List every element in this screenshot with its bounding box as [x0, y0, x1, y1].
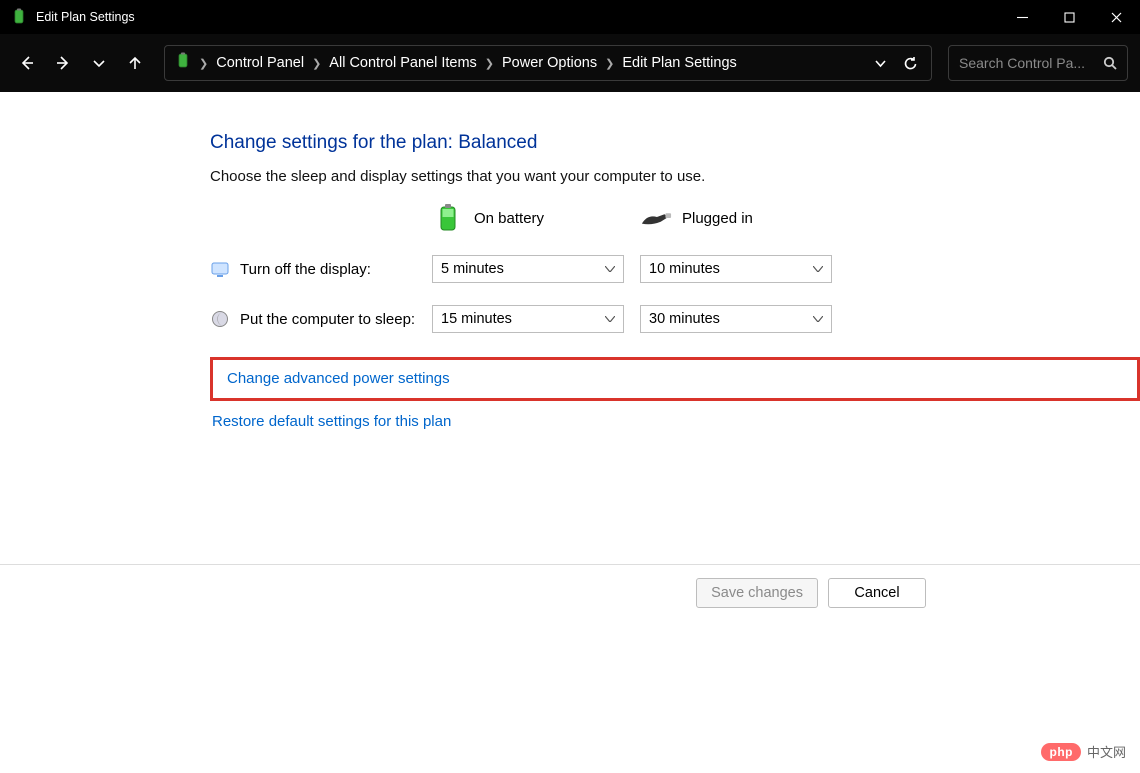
turn-off-display-row: Turn off the display: 5 minutes 10 minut…	[210, 255, 1140, 283]
page-title: Change settings for the plan: Balanced	[210, 132, 1140, 154]
maximize-button[interactable]	[1046, 0, 1093, 34]
page-subtext: Choose the sleep and display settings th…	[210, 168, 1140, 185]
sleep-battery-select[interactable]: 15 minutes	[432, 305, 624, 333]
watermark-text: 中文网	[1087, 742, 1126, 761]
search-icon	[1103, 56, 1117, 70]
search-placeholder: Search Control Pa...	[959, 55, 1095, 71]
window-title: Edit Plan Settings	[36, 10, 135, 24]
highlight-box: Change advanced power settings	[210, 357, 1140, 401]
breadcrumb[interactable]: Edit Plan Settings	[622, 55, 736, 71]
back-button[interactable]	[12, 48, 42, 78]
address-history-button[interactable]	[869, 56, 891, 71]
column-headers: On battery Plugged in	[210, 203, 1140, 233]
display-plugged-select[interactable]: 10 minutes	[640, 255, 832, 283]
watermark: php 中文网	[1041, 742, 1126, 761]
address-bar[interactable]: ❯ Control Panel ❯ All Control Panel Item…	[164, 45, 932, 81]
search-input[interactable]: Search Control Pa...	[948, 45, 1128, 81]
on-battery-header: On battery	[432, 203, 632, 233]
sleep-plugged-select[interactable]: 30 minutes	[640, 305, 832, 333]
footer: Save changes Cancel	[0, 564, 1140, 620]
recent-locations-button[interactable]	[84, 48, 114, 78]
content-area: Change settings for the plan: Balanced C…	[0, 92, 1140, 431]
turn-off-display-label: Turn off the display:	[240, 261, 371, 278]
cancel-button[interactable]: Cancel	[828, 578, 926, 608]
app-icon	[10, 8, 28, 26]
battery-icon	[175, 52, 191, 74]
refresh-button[interactable]	[899, 56, 921, 71]
toolbar: ❯ Control Panel ❯ All Control Panel Item…	[0, 34, 1140, 92]
save-button[interactable]: Save changes	[696, 578, 818, 608]
chevron-right-icon: ❯	[485, 57, 494, 70]
links-area: Change advanced power settings Restore d…	[210, 357, 1140, 431]
breadcrumb[interactable]: All Control Panel Items	[329, 55, 476, 71]
breadcrumb[interactable]: Power Options	[502, 55, 597, 71]
sleep-label: Put the computer to sleep:	[240, 311, 415, 328]
chevron-right-icon: ❯	[199, 57, 208, 70]
watermark-pill: php	[1041, 743, 1081, 761]
close-button[interactable]	[1093, 0, 1140, 34]
plugged-in-header: Plugged in	[640, 203, 840, 233]
on-battery-label: On battery	[474, 210, 544, 227]
chevron-right-icon: ❯	[312, 57, 321, 70]
chevron-right-icon: ❯	[605, 57, 614, 70]
breadcrumb[interactable]: Control Panel	[216, 55, 304, 71]
moon-icon	[210, 309, 230, 329]
minimize-button[interactable]	[999, 0, 1046, 34]
plugged-in-label: Plugged in	[682, 210, 753, 227]
forward-button[interactable]	[48, 48, 78, 78]
sleep-row: Put the computer to sleep: 15 minutes 30…	[210, 305, 1140, 333]
plug-icon	[640, 203, 672, 233]
restore-defaults-link[interactable]: Restore default settings for this plan	[212, 413, 451, 430]
display-battery-select[interactable]: 5 minutes	[432, 255, 624, 283]
titlebar: Edit Plan Settings	[0, 0, 1140, 34]
up-button[interactable]	[120, 48, 150, 78]
battery-icon	[432, 203, 464, 233]
display-icon	[210, 259, 230, 279]
advanced-power-settings-link[interactable]: Change advanced power settings	[227, 370, 450, 387]
